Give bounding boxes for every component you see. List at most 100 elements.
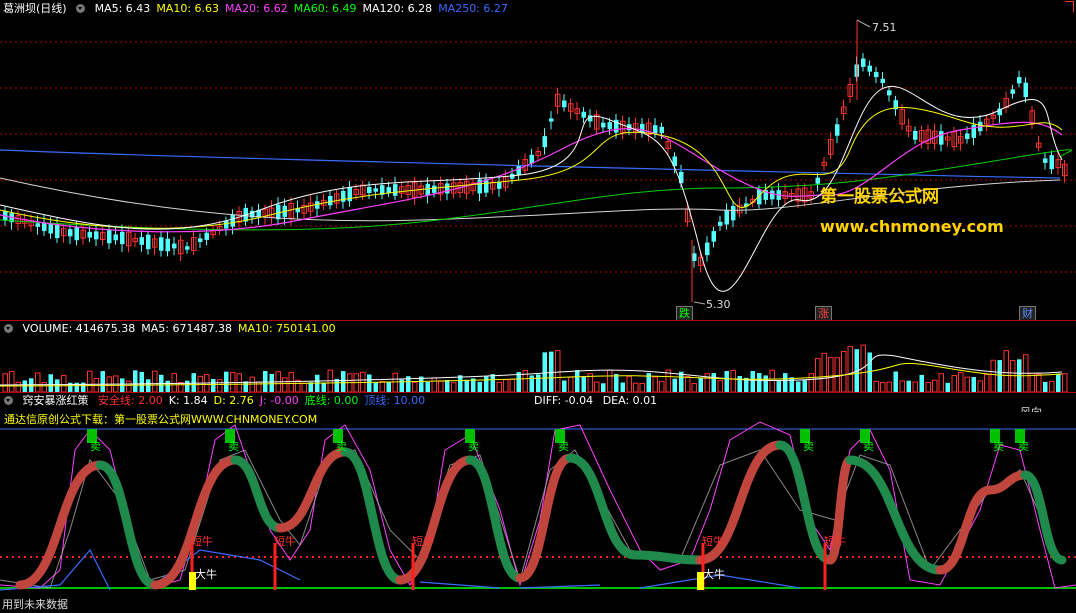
volume-bar (906, 380, 911, 392)
short-bull-bar (411, 543, 415, 590)
candle-body (328, 196, 333, 206)
candle-body (48, 223, 53, 234)
candle-body (230, 214, 235, 227)
sell-label: 卖 (803, 440, 814, 453)
sell-label: 卖 (1018, 440, 1029, 453)
volume-bar (1062, 373, 1068, 392)
volume-bar (256, 381, 262, 392)
candle-body (35, 223, 40, 227)
candle-body (198, 238, 203, 243)
dropdown-icon[interactable] (4, 396, 13, 405)
candle-body (276, 204, 281, 220)
volume-bar (555, 350, 561, 392)
candle-body (718, 221, 723, 226)
volume-bar (841, 350, 847, 392)
candle-body (835, 124, 840, 136)
candle-body (165, 238, 170, 252)
trend-wave-segment (95, 460, 160, 590)
volume-bar (288, 372, 294, 392)
dea-value: DEA: 0.01 (602, 394, 658, 407)
big-bull-label: 大牛 (195, 567, 217, 581)
candle-body (1023, 82, 1028, 98)
candle-body (653, 125, 658, 134)
trend-wave-segment (230, 455, 285, 533)
sell-label: 卖 (336, 440, 347, 453)
volume-bar (601, 383, 606, 392)
candle-body (224, 220, 229, 229)
candle-body (425, 183, 430, 196)
volume-bar (464, 379, 469, 392)
indicator-value-2: D: 2.76 (213, 394, 254, 407)
volume-bar (477, 381, 482, 392)
candle-body (113, 234, 118, 241)
candle-body (1010, 89, 1015, 94)
volume-chart[interactable] (0, 322, 1076, 392)
short-bull-label: 短牛 (274, 534, 296, 548)
candle-body (724, 209, 729, 225)
volume-bar (152, 370, 158, 392)
volume-bar (730, 369, 736, 392)
volume-bar (224, 371, 229, 392)
volume-bar (873, 380, 879, 392)
indicator-value-3: J: -0.00 (259, 394, 299, 407)
panel-divider[interactable] (0, 392, 1076, 393)
volume-bar (458, 375, 463, 392)
candle-body (146, 234, 151, 250)
trend-wave-segment (845, 455, 945, 575)
trend-wave-segment (630, 550, 705, 565)
candle-body (393, 184, 398, 196)
sell-label: 卖 (993, 440, 1004, 453)
volume-bar (217, 379, 223, 392)
volume-bar (951, 374, 957, 392)
volume-bar (263, 370, 268, 392)
volume-bar (945, 382, 950, 392)
volume-bar (659, 380, 665, 392)
volume-bar (269, 374, 274, 392)
volume-bar (379, 380, 385, 392)
candle-body (1049, 155, 1054, 170)
volume-bar (620, 382, 625, 392)
price-chart[interactable]: 7.51 5.30 (0, 0, 1076, 320)
candle-body (432, 185, 437, 193)
volume-bar (425, 381, 430, 392)
indicator-value-5: 顶线: 10.00 (364, 394, 426, 407)
candle-body (367, 186, 372, 194)
volume-bar (1010, 360, 1016, 392)
volume-bar (61, 375, 67, 392)
volume-bar (880, 381, 886, 392)
panel-divider[interactable] (0, 320, 1076, 321)
volume-bar (776, 381, 781, 392)
volume-bar (977, 380, 983, 392)
candle-body (705, 242, 710, 256)
marker-rise[interactable]: 涨 (815, 306, 832, 321)
indicator-panel-header: 窍安暴涨红策 安全线: 2.00 K: 1.84 D: 2.76 J: -0.00 底线… (0, 394, 437, 408)
candle-body (74, 226, 79, 241)
volume-bar (808, 373, 814, 392)
marker-finance[interactable]: 财 (1019, 306, 1036, 321)
candle-body (601, 122, 606, 128)
volume-bar (847, 345, 853, 392)
indicator-chart[interactable]: 卖 卖 卖 卖 卖 卖 卖 卖 卖短牛 短牛 短牛 短牛 短牛大牛 大牛 (0, 410, 1076, 610)
volume-bar (626, 375, 632, 392)
marker-fall[interactable]: 跌 (676, 306, 693, 321)
candle-body (445, 183, 450, 194)
volume-bar (191, 373, 196, 392)
volume-bar (282, 377, 288, 392)
candle-body (68, 229, 73, 237)
volume-bar (711, 373, 716, 392)
volume-bar (672, 378, 677, 392)
volume-bar (549, 351, 554, 392)
candle-body (861, 58, 866, 67)
trend-wave-segment (395, 455, 475, 585)
volume-bar (211, 379, 216, 392)
sell-label: 卖 (90, 440, 101, 453)
candle-body (581, 111, 586, 118)
volume-bar (899, 380, 905, 392)
volume-bar (594, 381, 600, 392)
indicator-name[interactable]: 窍安暴涨红策 (23, 394, 89, 407)
volume-bar (821, 352, 827, 392)
volume-bar (126, 380, 132, 392)
candle-body (120, 231, 125, 245)
volume-bar (509, 378, 515, 392)
volume-bar (652, 376, 658, 392)
